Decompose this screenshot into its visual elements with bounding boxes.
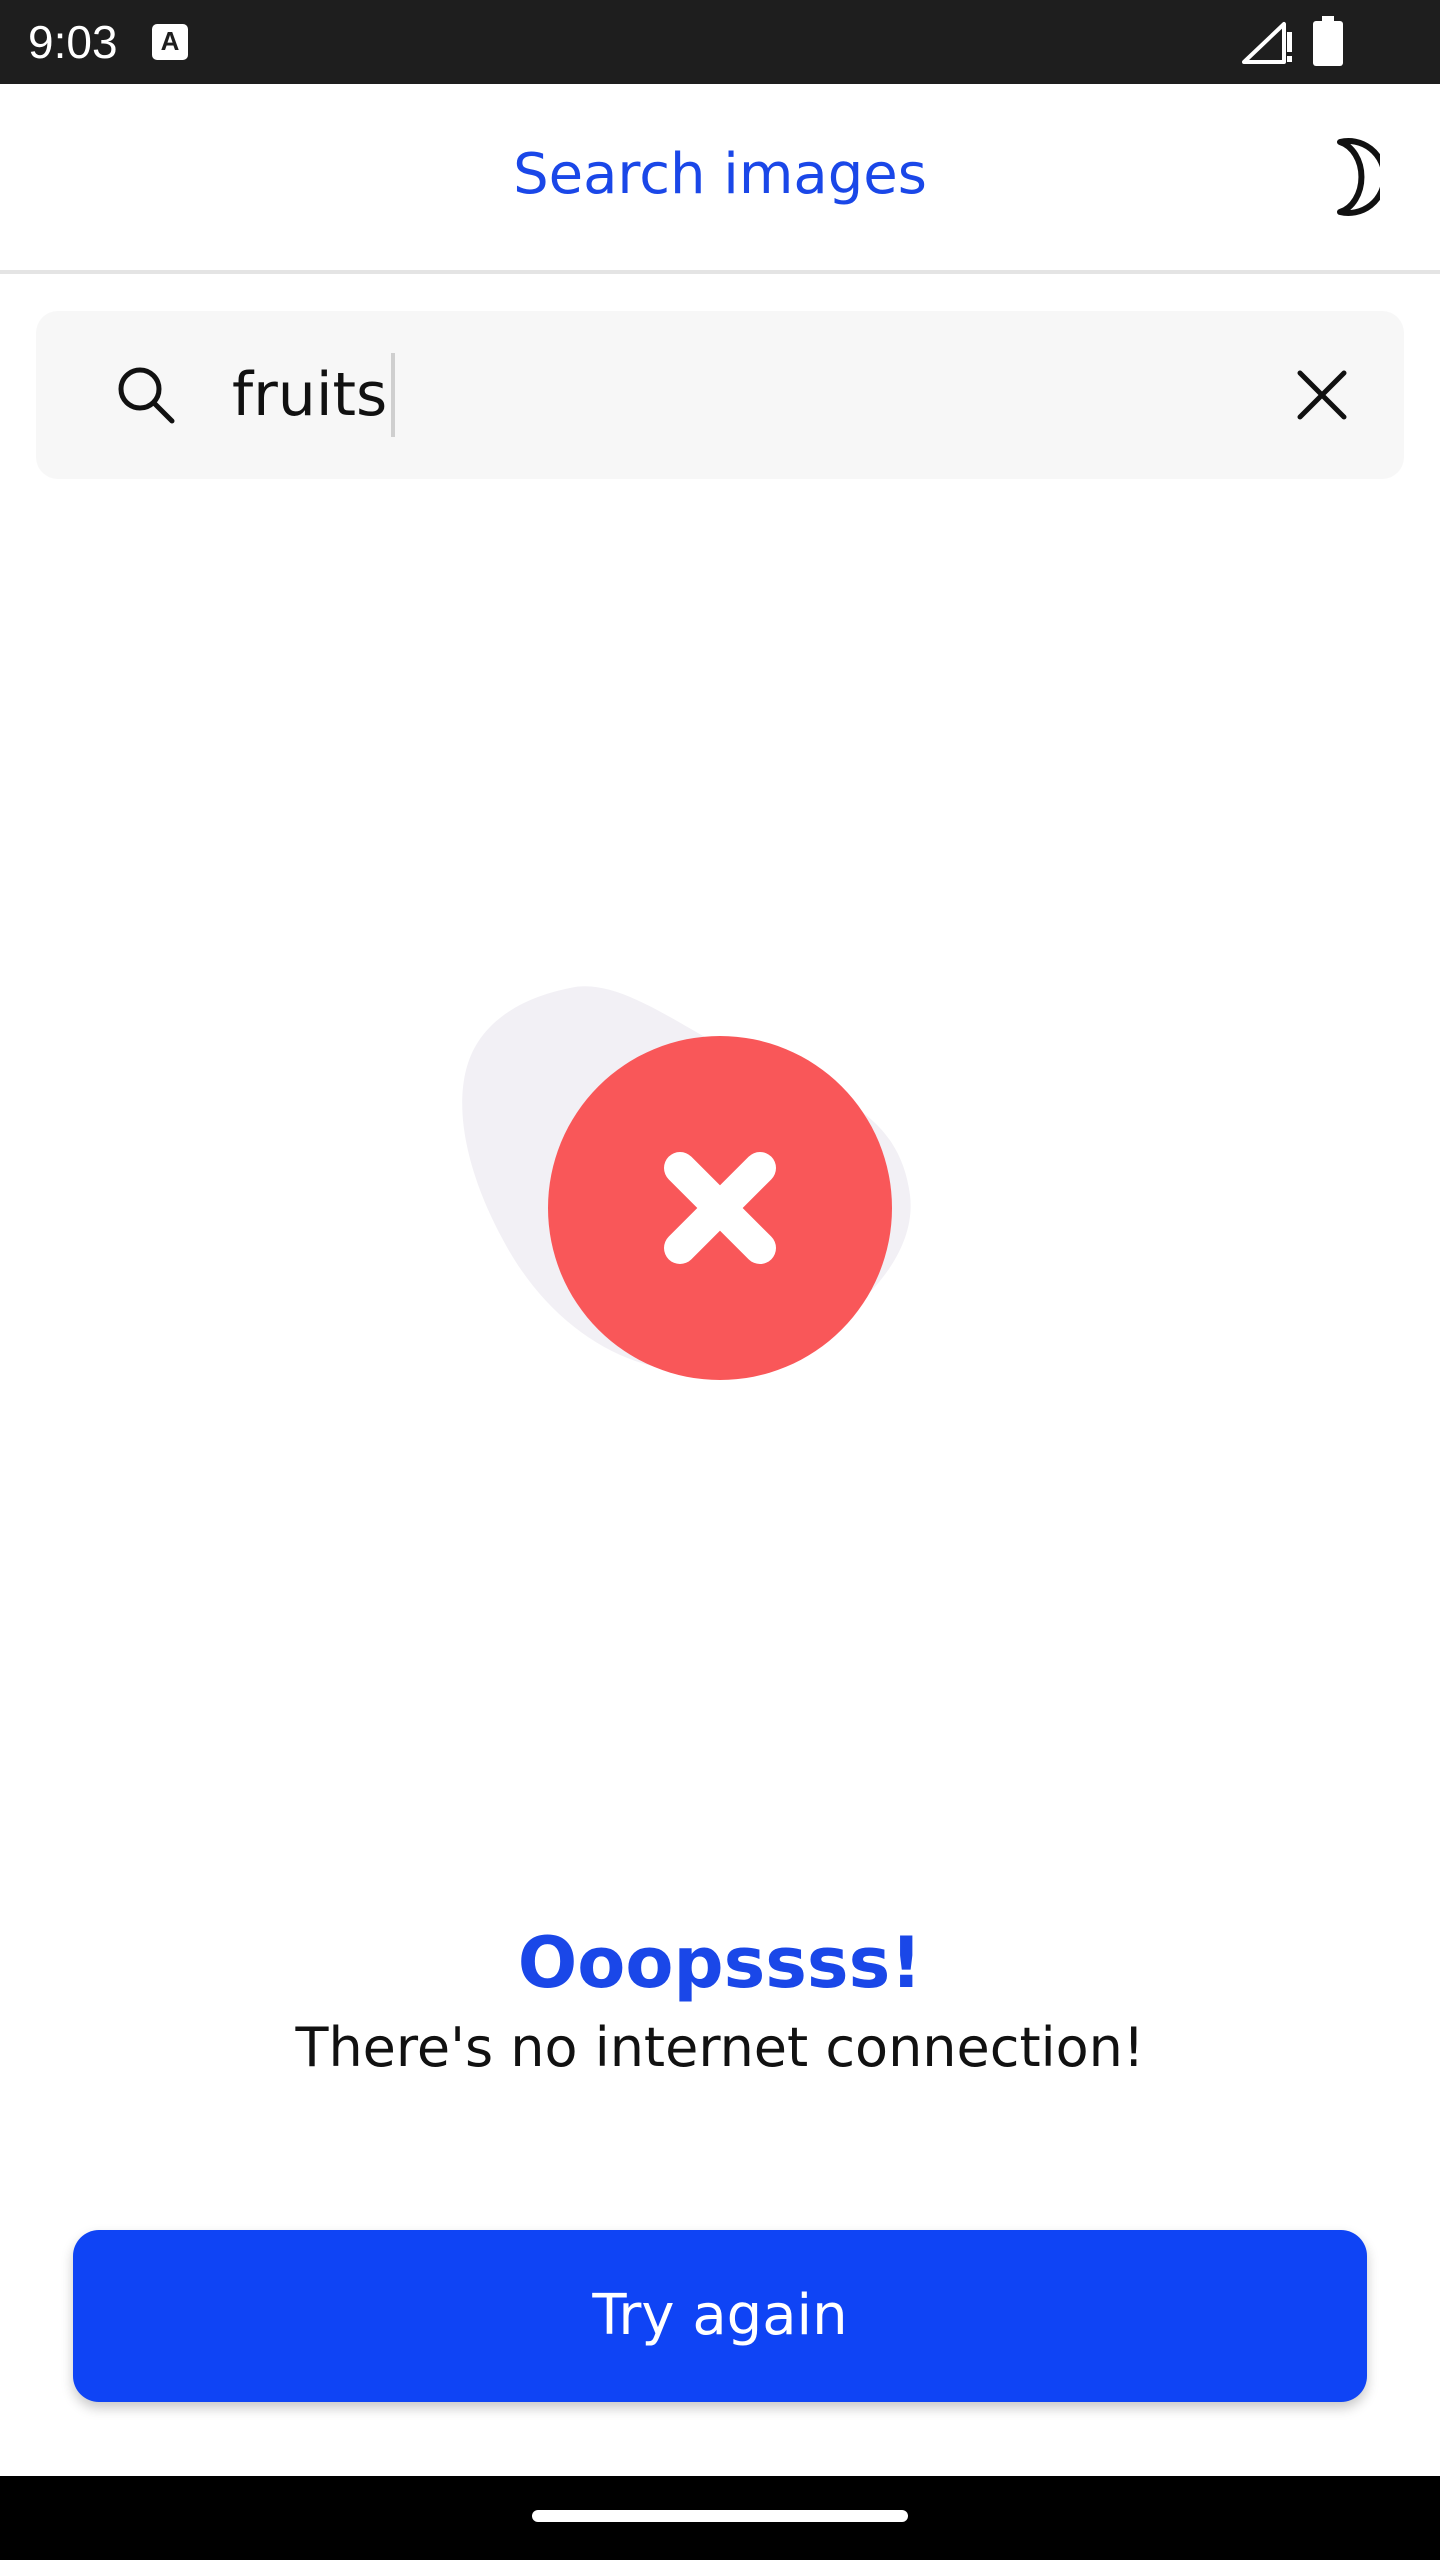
status-time: 9:03 [28,16,118,68]
navigation-bar [0,2476,1440,2560]
moon-icon[interactable] [1318,136,1380,218]
error-title: Ooopssss! [517,1922,923,2004]
search-icon [118,367,175,424]
error-message: There's no internet connection! [295,2016,1145,2079]
app-bar: Search images [0,84,1440,274]
search-box[interactable]: fruits [36,311,1404,479]
error-x-icon [462,986,911,1380]
notification-a-icon: A [152,24,188,60]
battery-icon [1313,16,1343,66]
status-bar: 9:03 A [0,0,1440,84]
text-caret [391,353,396,437]
home-indicator[interactable] [532,2510,908,2522]
try-again-button[interactable]: Try again [73,2230,1367,2402]
page-title: Search images [513,142,927,207]
close-icon[interactable] [1290,363,1354,427]
signal-icon [1242,22,1292,64]
search-input-value: fruits [232,360,388,430]
search-input[interactable]: fruits [232,353,396,437]
